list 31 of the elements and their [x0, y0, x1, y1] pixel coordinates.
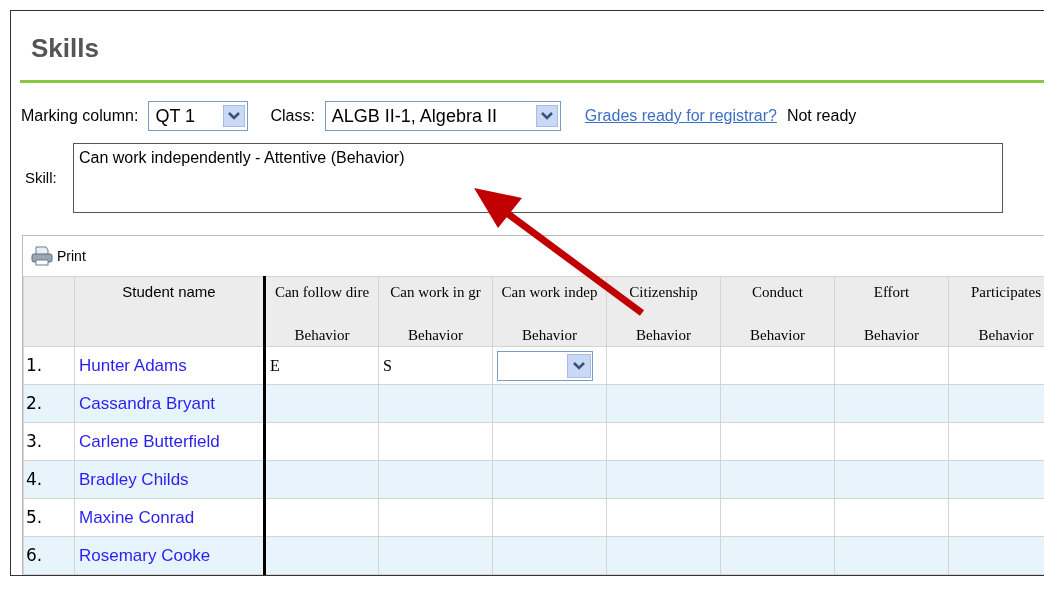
class-dropdown[interactable]: ALGB II-1, Algebra II — [324, 101, 561, 131]
page-title: Skills — [31, 33, 99, 63]
field-label: Skill: — [25, 167, 58, 188]
grade-value: E — [270, 356, 280, 374]
row-number: 5. — [23, 498, 75, 537]
printer-icon — [31, 246, 53, 266]
row-number: 1. — [23, 346, 75, 385]
column-header: Citizenship Behavior — [606, 276, 721, 347]
field-label: Class: — [270, 106, 315, 126]
field-label: Marking column: — [21, 106, 139, 126]
registrar-link[interactable]: Grades ready for registrar? — [584, 104, 777, 128]
status-text: Not ready — [786, 106, 857, 126]
grade-dropdown[interactable] — [497, 350, 593, 381]
row-number: 3. — [23, 422, 75, 461]
row-number: 4. — [23, 460, 75, 499]
column-header: Effort Behavior — [834, 276, 949, 347]
chevron-down-icon — [535, 105, 558, 127]
column-header: Conduct Behavior — [720, 276, 835, 347]
grade-value: S — [383, 356, 392, 374]
row-number: 2. — [23, 384, 75, 423]
column-header: Can follow dire Behavior — [264, 276, 379, 347]
chevron-down-icon — [567, 353, 591, 378]
row-number: 6. — [23, 536, 75, 575]
column-header: Can work indep Behavior — [492, 276, 607, 347]
marking-column-dropdown[interactable]: QT 1 — [148, 101, 249, 131]
column-header: Participates Behavior — [948, 276, 1044, 347]
column-header: Can work in gr Behavior — [378, 276, 493, 347]
chevron-down-icon — [223, 105, 246, 127]
skill-text-box[interactable]: Can work independently - Attentive (Behavior) — [73, 143, 1003, 213]
column-header: Student name — [74, 276, 265, 347]
print-button[interactable]: Print — [31, 245, 86, 267]
